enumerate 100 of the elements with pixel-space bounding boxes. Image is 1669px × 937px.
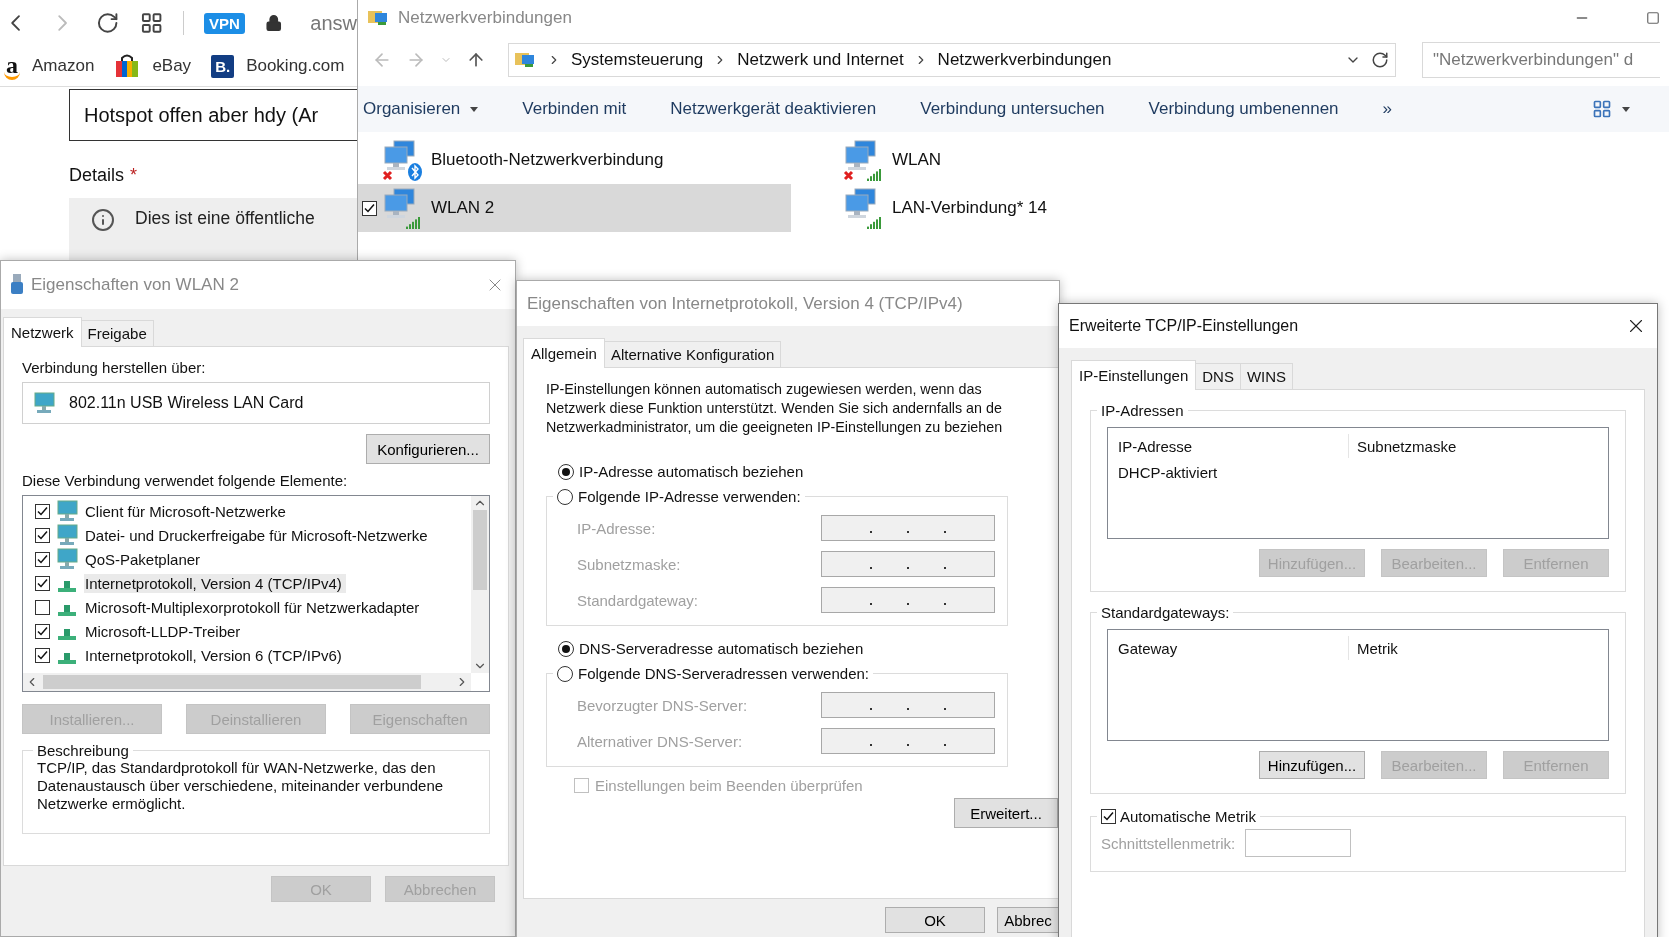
- info-icon: [91, 208, 115, 232]
- connection-item[interactable]: LAN-Verbindung* 14: [819, 184, 1119, 232]
- radio-label[interactable]: Folgende IP-Adresse verwenden:: [578, 488, 801, 505]
- network-protocol-icon: [58, 605, 76, 616]
- dialog-button[interactable]: OK: [885, 907, 985, 933]
- list-item[interactable]: Microsoft-Multiplexorprotokoll für Netzwerkadapter: [84, 597, 424, 617]
- network-protocol-icon: [58, 581, 76, 592]
- booking-logo: B.: [211, 54, 235, 78]
- bookmark[interactable]: a Amazon: [4, 52, 95, 80]
- group-title: IP-Adressen: [1101, 402, 1184, 419]
- bookmark[interactable]: eBay: [114, 53, 192, 79]
- field-label: Diese Verbindung verwendet folgende Elemente:: [22, 472, 348, 489]
- checkbox[interactable]: [362, 200, 377, 216]
- refresh-icon[interactable]: [1371, 51, 1389, 69]
- column-header[interactable]: Subnetzmaske: [1348, 434, 1608, 458]
- list-item[interactable]: Microsoft-LLDP-Treiber: [84, 621, 245, 641]
- breadcrumb-item[interactable]: Systemsteuerung: [571, 50, 704, 70]
- tab[interactable]: IP-Einstellungen: [1071, 360, 1197, 390]
- maximize-icon[interactable]: [1646, 11, 1660, 25]
- list-item[interactable]: DHCP-aktiviert: [1118, 464, 1348, 494]
- field-label: Details: [69, 165, 125, 186]
- computer-icon: [56, 524, 78, 546]
- intro-text: IP-Einstellungen können automatisch zugewiesen werden, wenn das Netzwerk diese Funktion unterstützt. Wenden Sie sich andernfalls an de Netzwerkadministrator, um die geeigneten IP-Einstellungen zu beziehen: [546, 380, 1004, 437]
- field-label: Bevorzugter DNS-Server:: [577, 696, 748, 714]
- column-header[interactable]: IP-Adresse: [1118, 434, 1348, 458]
- field-label: Schnittstellenmetrik:: [1101, 834, 1236, 852]
- connection-item[interactable]: WLAN: [819, 136, 1119, 184]
- list-item[interactable]: Internetprotokoll, Version 6 (TCP/IPv6): [84, 645, 346, 665]
- window-title: Erweiterte TCP/IP-Einstellungen: [1069, 317, 1300, 335]
- command-button[interactable]: Organisieren: [363, 99, 479, 119]
- title-field[interactable]: Hotspot offen aber hdy (Ar: [69, 89, 357, 141]
- checkbox[interactable]: [35, 575, 50, 591]
- checkbox[interactable]: [35, 647, 50, 663]
- column-header[interactable]: Metrik: [1348, 636, 1608, 660]
- address-text[interactable]: answ: [310, 11, 357, 35]
- search-field[interactable]: "Netzwerkverbindungen" d: [1422, 42, 1660, 78]
- command-button[interactable]: Netzwerkgerät deaktivieren: [670, 99, 877, 119]
- field-label: IP-Adresse:: [577, 519, 656, 537]
- connection-item[interactable]: WLAN 2: [358, 184, 791, 232]
- radio-button[interactable]: [557, 488, 573, 505]
- vertical-scrollbar[interactable]: [471, 496, 489, 673]
- network-folder-icon: [515, 50, 537, 70]
- notice-text: Dies ist eine öffentliche: [135, 208, 315, 229]
- lock-icon: [264, 14, 283, 32]
- breadcrumb-item[interactable]: Netzwerkverbindungen: [937, 50, 1112, 70]
- checkbox[interactable]: [35, 503, 50, 519]
- command-button[interactable]: Verbindung umbenennen: [1148, 99, 1339, 119]
- network-protocol-icon: [58, 629, 76, 640]
- list-item[interactable]: Datei- und Druckerfreigabe für Microsoft-Netzwerke: [84, 525, 432, 545]
- configure-button[interactable]: Konfigurieren...: [366, 434, 490, 464]
- command-button[interactable]: Verbinden mit: [522, 99, 627, 119]
- field-label: Subnetzmaske:: [577, 555, 681, 573]
- bookmark[interactable]: B. Booking.com: [211, 54, 345, 78]
- tab[interactable]: WINS: [1239, 363, 1294, 390]
- connection-item[interactable]: Bluetooth-Netzwerkverbindung: [358, 136, 791, 184]
- breadcrumb-item[interactable]: Netzwerk und Internet: [737, 50, 904, 70]
- tab[interactable]: Allgemein: [523, 338, 605, 368]
- advanced-button[interactable]: Erweitert...: [954, 798, 1058, 828]
- radio-label[interactable]: Folgende DNS-Serveradressen verwenden:: [578, 665, 869, 682]
- radio-button[interactable]: [557, 665, 573, 682]
- view-icon[interactable]: [1592, 99, 1612, 119]
- radio-button[interactable]: [558, 640, 574, 657]
- computer-icon: [56, 500, 78, 522]
- reload-icon[interactable]: [96, 11, 120, 35]
- description-text: TCP/IP, das Standardprotokoll für WAN-Netzwerke, das den Datenaustausch über verschiedene, miteinander verbundene Netzwerke ermöglicht.: [37, 759, 445, 814]
- radio-button[interactable]: [558, 463, 574, 480]
- tab[interactable]: Alternative Konfiguration: [603, 341, 782, 368]
- command-button[interactable]: Verbindung untersuchen: [920, 99, 1105, 119]
- horizontal-scrollbar[interactable]: [23, 673, 471, 691]
- radio-label[interactable]: DNS-Serveradresse automatisch beziehen: [579, 640, 864, 657]
- network-protocol-icon: [58, 653, 76, 664]
- action-button[interactable]: Hinzufügen...: [1259, 751, 1365, 779]
- adapter-field: 802.11n USB Wireless LAN Card: [22, 382, 490, 424]
- radio-label[interactable]: IP-Adresse automatisch beziehen: [579, 463, 804, 480]
- checkbox[interactable]: [35, 599, 50, 615]
- tab[interactable]: Netzwerk: [3, 317, 82, 347]
- tabs-grid-icon[interactable]: [139, 11, 163, 35]
- field-label: Standardgateway:: [577, 591, 698, 609]
- group-title: Standardgateways:: [1101, 604, 1230, 621]
- required-mark: *: [130, 165, 138, 186]
- checkbox[interactable]: [35, 623, 50, 639]
- list-item[interactable]: Client für Microsoft-Netzwerke: [84, 501, 290, 521]
- tab[interactable]: Freigabe: [80, 320, 154, 347]
- checkbox[interactable]: [35, 527, 50, 543]
- more-button[interactable]: »: [1382, 99, 1393, 119]
- list-item[interactable]: Internetprotokoll, Version 4 (TCP/IPv4): [84, 573, 346, 593]
- checkbox[interactable]: [35, 551, 50, 567]
- field-label: Verbindung herstellen über:: [22, 359, 207, 376]
- field-label: Alternativer DNS-Server:: [577, 732, 743, 750]
- checkbox[interactable]: [1101, 809, 1116, 824]
- computer-icon: [56, 548, 78, 570]
- group-title: Beschreibung: [37, 742, 129, 759]
- address-bar[interactable]: Systemsteuerung Netzwerk und Internet Netzwerkverbindungen: [508, 43, 1396, 77]
- column-header[interactable]: Gateway: [1118, 636, 1348, 660]
- checkbox-label[interactable]: Automatische Metrik: [1120, 808, 1256, 825]
- window-title: Netzwerkverbindungen: [398, 8, 573, 28]
- dialog-button[interactable]: Abbrec: [997, 907, 1059, 933]
- usb-adapter-icon: [11, 274, 23, 296]
- list-item[interactable]: QoS-Paketplaner: [84, 549, 205, 569]
- amazon-logo: a: [4, 52, 20, 80]
